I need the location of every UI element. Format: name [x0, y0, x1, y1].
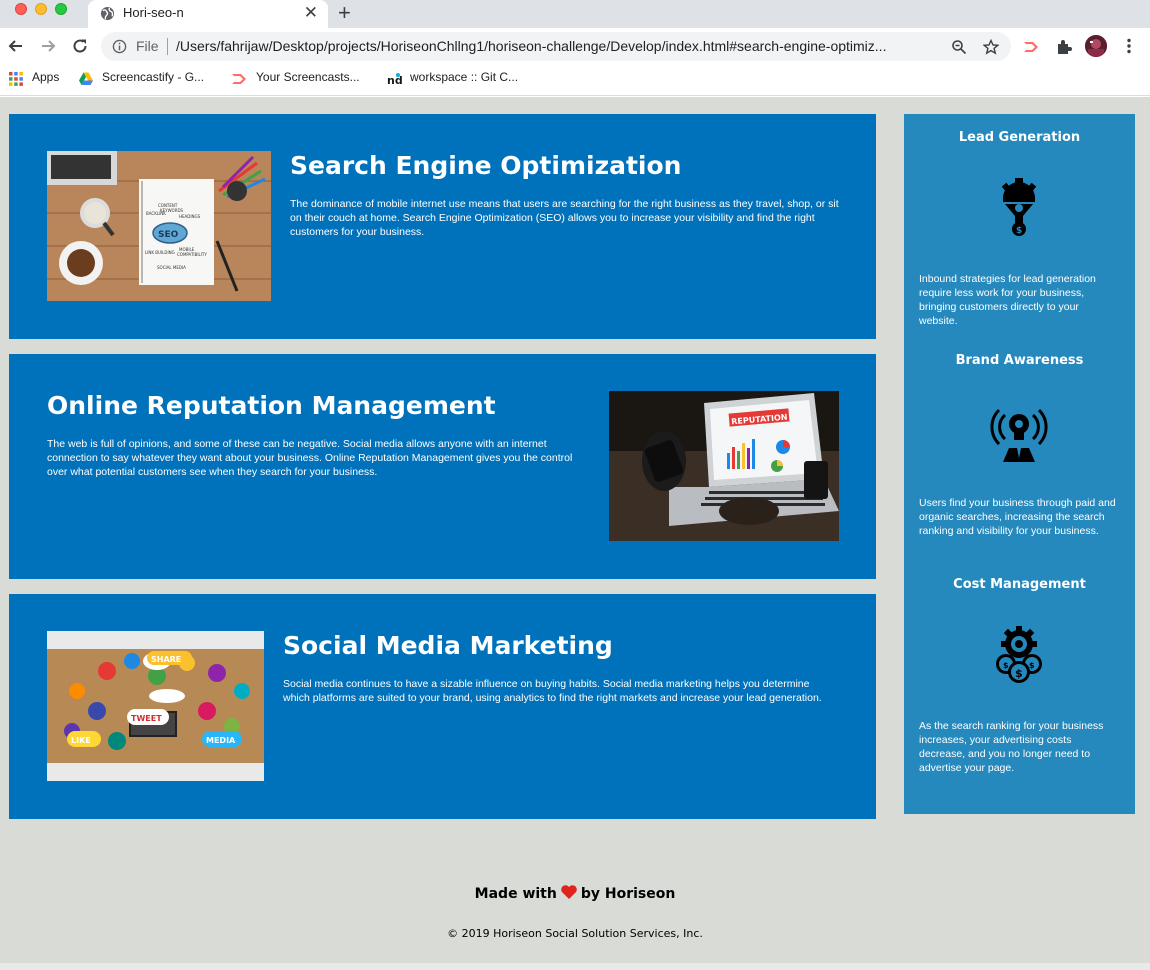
- social-title: Social Media Marketing: [283, 631, 613, 660]
- heart-icon: [561, 885, 577, 899]
- profile-avatar[interactable]: [1085, 35, 1107, 57]
- benefit-brand-title: Brand Awareness: [955, 353, 1084, 368]
- seo-word-keywords: KEYWORDS: [160, 208, 184, 213]
- seo-section: SEO CONTENT BACKLINK KEYWORDS HEADINGS M…: [9, 114, 876, 339]
- footer-by-label: by Horiseon: [580, 886, 676, 902]
- page-content: SEO CONTENT BACKLINK KEYWORDS HEADINGS M…: [0, 97, 1150, 963]
- globe-icon: [100, 6, 115, 21]
- reputation-image: REPUTATION: [609, 391, 839, 541]
- tab-title: Hori-seo-n: [123, 5, 184, 20]
- benefits-sidebar: Lead Generation $ Inbound strategies for…: [904, 114, 1135, 814]
- benefit-lead-title: Lead Generation: [958, 130, 1081, 145]
- back-arrow-icon[interactable]: [7, 37, 25, 55]
- benefit-lead-text: Inbound strategies for lead generation r…: [919, 273, 1096, 327]
- seo-text: The dominance of mobile internet use mea…: [290, 198, 839, 238]
- footer-copyright: © 2019 Horiseon Social Solution Services…: [447, 927, 703, 940]
- seo-word-headings: HEADINGS: [179, 214, 201, 219]
- social-section: SHARE TWEET LIKE MEDIA Social Media Mark…: [9, 594, 876, 819]
- window-close-button[interactable]: [15, 3, 27, 15]
- seo-desk-illustration: SEO CONTENT BACKLINK KEYWORDS HEADINGS M…: [47, 151, 271, 301]
- cost-gear-coins-icon: $ $ $: [996, 626, 1042, 683]
- svg-text:$: $: [1016, 226, 1022, 236]
- star-icon[interactable]: [983, 39, 999, 55]
- bookmark-your-screencasts[interactable]: Your Screencasts...: [256, 70, 360, 84]
- zoom-icon[interactable]: [951, 39, 967, 55]
- bookmarks-bar: Apps Screencastify - G... Your Screencas…: [0, 64, 1150, 96]
- benefit-cost-text: As the search ranking for your business …: [919, 720, 1104, 774]
- seo-word-seo: SEO: [158, 230, 179, 240]
- avatar-image-icon: [1085, 35, 1107, 57]
- seo-title: Search Engine Optimization: [290, 151, 682, 180]
- file-scheme-label: File: [136, 38, 159, 54]
- bubble-share: SHARE: [151, 655, 181, 664]
- seo-word-compatibility: COMPATIBILITY: [177, 252, 207, 257]
- bubble-tweet: TWEET: [131, 714, 162, 723]
- bubble-media: MEDIA: [206, 736, 236, 745]
- forward-arrow-icon[interactable]: [39, 37, 57, 55]
- screencastify-extension-icon[interactable]: [1022, 38, 1040, 56]
- reputation-title: Online Reputation Management: [47, 391, 496, 420]
- info-icon[interactable]: [112, 39, 127, 54]
- social-text: Social media continues to have a sizable…: [283, 678, 822, 704]
- status-bar: [0, 963, 1150, 970]
- nd-logo-icon[interactable]: nd: [386, 71, 402, 87]
- brand-lightbulb-icon: [990, 408, 1048, 462]
- kebab-menu-icon[interactable]: [1122, 37, 1136, 55]
- social-image: SHARE TWEET LIKE MEDIA: [47, 631, 264, 781]
- window-zoom-button[interactable]: [55, 3, 67, 15]
- browser-toolbar: File /Users/fahrijaw/Desktop/projects/Ho…: [0, 28, 1150, 64]
- new-tab-button[interactable]: +: [338, 1, 351, 25]
- seo-word-link-building: LINK BUILDING: [145, 250, 175, 255]
- bookmark-screencastify[interactable]: Screencastify - G...: [102, 70, 204, 84]
- google-drive-icon[interactable]: [78, 71, 94, 87]
- bubble-like: LIKE: [71, 736, 91, 745]
- url-text[interactable]: /Users/fahrijaw/Desktop/projects/Horiseo…: [176, 38, 951, 54]
- laptop-reputation-illustration: REPUTATION: [609, 391, 839, 541]
- reputation-text: The web is full of opinions, and some of…: [47, 438, 573, 478]
- seo-word-social-media: SOCIAL MEDIA: [157, 265, 186, 270]
- window-minimize-button[interactable]: [35, 3, 47, 15]
- extensions-puzzle-icon[interactable]: [1055, 38, 1073, 56]
- social-media-illustration: SHARE TWEET LIKE MEDIA: [47, 631, 264, 781]
- seo-image: SEO CONTENT BACKLINK KEYWORDS HEADINGS M…: [47, 151, 271, 301]
- browser-tab[interactable]: Hori-seo-n ✕: [88, 0, 328, 28]
- lead-funnel-icon: $: [1001, 178, 1037, 236]
- bookmark-workspace[interactable]: workspace :: Git C...: [410, 70, 518, 84]
- bookmark-apps[interactable]: Apps: [32, 70, 59, 84]
- address-bar[interactable]: File /Users/fahrijaw/Desktop/projects/Ho…: [101, 32, 1011, 61]
- url-separator: [167, 38, 168, 55]
- tab-close-icon[interactable]: ✕: [304, 3, 318, 23]
- svg-text:$: $: [1029, 661, 1035, 670]
- benefit-brand-text: Users find your business through paid an…: [919, 497, 1116, 537]
- screencastify-icon[interactable]: [231, 71, 247, 87]
- apps-grid-icon[interactable]: [8, 71, 24, 87]
- browser-tab-strip: Hori-seo-n ✕ +: [0, 0, 1150, 28]
- reputation-section: Online Reputation Management The web is …: [9, 354, 876, 579]
- svg-text:$: $: [1003, 661, 1009, 670]
- svg-text:$: $: [1015, 667, 1023, 680]
- footer-made-with: Made with by Horiseon: [0, 884, 1150, 902]
- footer-made-label: Made with: [474, 886, 557, 902]
- reload-icon[interactable]: [71, 37, 89, 55]
- benefit-cost-title: Cost Management: [953, 577, 1086, 592]
